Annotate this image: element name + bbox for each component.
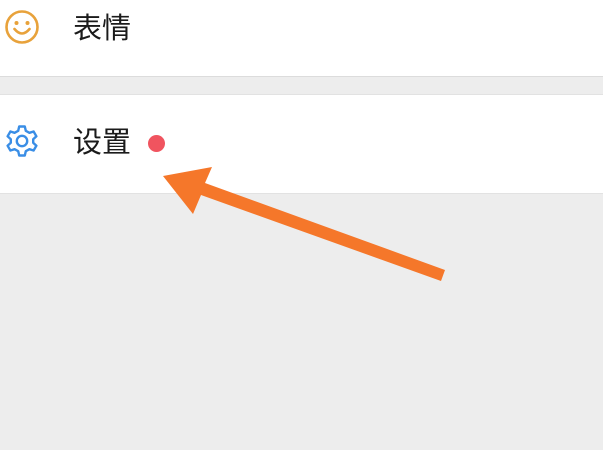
menu-item-label: 表情 bbox=[73, 11, 132, 45]
menu-item-settings[interactable]: 设置 bbox=[0, 94, 603, 194]
menu-item-emoji[interactable]: 表情 bbox=[0, 0, 603, 77]
smiley-icon bbox=[4, 9, 40, 45]
notification-dot bbox=[148, 135, 165, 152]
menu-item-label: 设置 bbox=[73, 125, 132, 159]
gear-icon bbox=[4, 123, 40, 159]
